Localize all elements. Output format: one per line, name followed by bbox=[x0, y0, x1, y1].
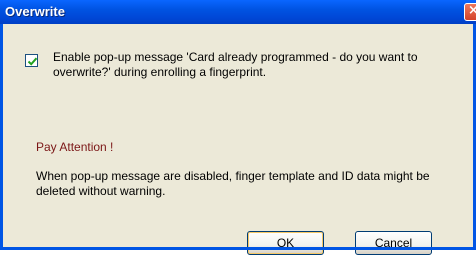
cancel-button[interactable]: Cancel bbox=[355, 231, 432, 255]
checkmark-icon bbox=[27, 57, 38, 66]
ok-button[interactable]: OK bbox=[247, 231, 324, 255]
attention-heading: Pay Attention ! bbox=[36, 140, 114, 154]
close-icon: × bbox=[468, 3, 476, 18]
enable-popup-label[interactable]: Enable pop-up message 'Card already prog… bbox=[53, 50, 453, 80]
dialog-window: Overwrite × Enable pop-up message 'Card … bbox=[0, 0, 476, 255]
dialog-body: Enable pop-up message 'Card already prog… bbox=[3, 24, 476, 255]
close-button[interactable]: × bbox=[464, 3, 476, 21]
attention-message: When pop-up message are disabled, finger… bbox=[36, 169, 430, 198]
enable-popup-checkbox[interactable] bbox=[25, 54, 38, 67]
title-bar[interactable]: Overwrite × bbox=[0, 0, 476, 24]
window-title: Overwrite bbox=[5, 4, 65, 19]
